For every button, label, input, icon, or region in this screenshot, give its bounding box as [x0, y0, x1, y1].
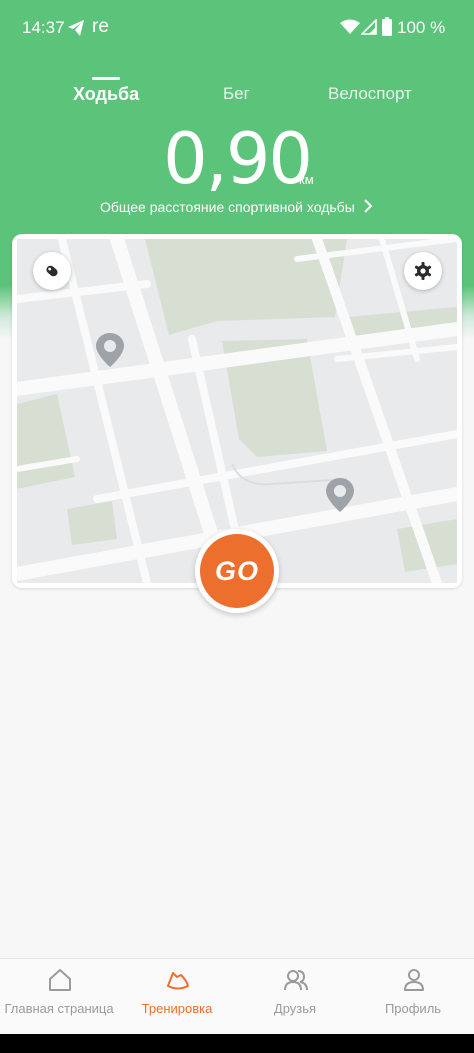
- location-pin-icon: [326, 478, 354, 512]
- chevron-right-icon[interactable]: [361, 197, 375, 215]
- distance-value: 0,90: [163, 118, 313, 200]
- status-bar: 14:37 re 100 %: [0, 0, 474, 56]
- distance-unit: км: [299, 172, 314, 187]
- home-icon: [49, 969, 71, 991]
- battery-icon: [382, 17, 392, 36]
- settings-button[interactable]: [404, 252, 442, 290]
- status-time: 14:37: [22, 18, 65, 37]
- nav-label-workout: Тренировка: [141, 1001, 213, 1016]
- nav-item-workout[interactable]: Тренировка: [118, 959, 236, 1035]
- signal-icon: [361, 19, 377, 35]
- status-app-indicator: re: [92, 16, 109, 37]
- nav-item-friends[interactable]: Друзья: [236, 959, 354, 1035]
- nav-item-home[interactable]: Главная страница: [0, 959, 118, 1035]
- tab-running[interactable]: Бег: [223, 84, 250, 104]
- nav-item-profile[interactable]: Профиль: [354, 959, 472, 1035]
- system-gesture-bar: [0, 1034, 474, 1053]
- distance-caption-link[interactable]: Общее расстояние спортивной ходьбы: [100, 199, 355, 215]
- go-label: GO: [200, 534, 274, 608]
- tab-walking[interactable]: Ходьба: [73, 84, 139, 105]
- go-button[interactable]: GO: [195, 529, 279, 613]
- friends-icon: [284, 970, 308, 991]
- wifi-icon: [340, 19, 360, 34]
- nav-label-friends: Друзья: [273, 1001, 317, 1016]
- profile-icon: [404, 969, 424, 991]
- bottom-navigation: Главная страница Тренировка Друзья Профи…: [0, 958, 474, 1034]
- active-tab-indicator: [92, 77, 120, 80]
- sneaker-icon: [167, 972, 189, 990]
- gear-icon: [414, 262, 432, 280]
- tab-cycling[interactable]: Велоспорт: [328, 84, 412, 104]
- shoe-button[interactable]: [33, 252, 71, 290]
- nav-label-profile: Профиль: [384, 1001, 442, 1016]
- nav-label-home: Главная страница: [4, 1001, 114, 1016]
- send-icon: [68, 20, 84, 36]
- location-pin-icon: [96, 333, 124, 367]
- shoe-icon: [46, 265, 58, 277]
- battery-percentage: 100 %: [397, 18, 446, 37]
